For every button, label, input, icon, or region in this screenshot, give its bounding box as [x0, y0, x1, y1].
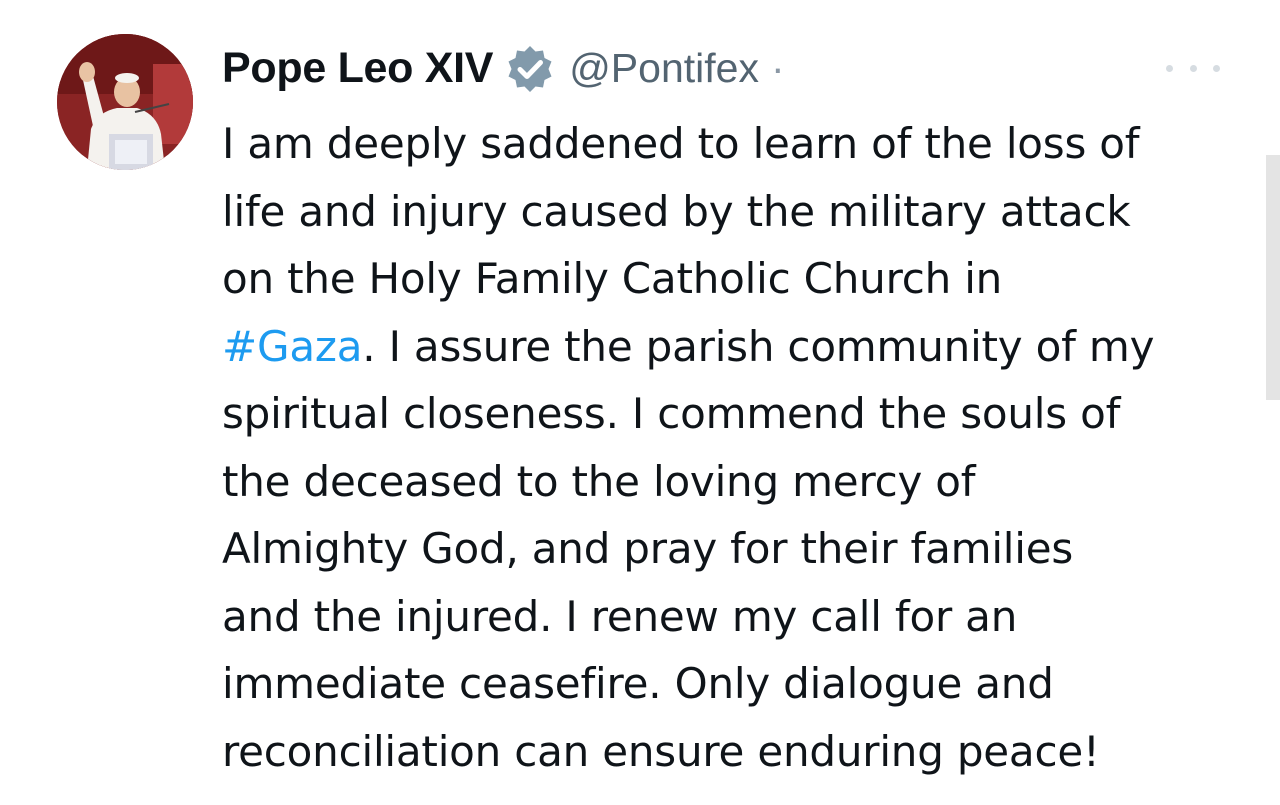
tweet-text-fragment: . I assure the parish community of my	[362, 321, 1155, 371]
tweet-header: Pope Leo XIV @Pontifex ·	[222, 40, 785, 96]
hashtag-link[interactable]: #Gaza	[222, 322, 362, 371]
scrollbar[interactable]	[1266, 155, 1280, 400]
verified-badge-icon[interactable]	[505, 44, 555, 94]
avatar[interactable]	[57, 34, 193, 170]
tweet: Pope Leo XIV @Pontifex · I am deeply sad…	[0, 0, 1280, 805]
tweet-text-line: the deceased to the loving mercy of	[222, 456, 976, 506]
tweet-text-line: reconciliation can ensure enduring peace…	[222, 726, 1100, 776]
tweet-text-line: spiritual closeness. I commend the souls…	[222, 389, 1121, 438]
more-horizontal-icon[interactable]	[1166, 58, 1220, 78]
tweet-text-line: life and injury caused by the military a…	[222, 186, 1131, 236]
tweet-text: I am deeply saddened to learn of the los…	[222, 110, 1232, 785]
profile-photo-icon	[57, 34, 193, 170]
tweet-text-line: I am deeply saddened to learn of the los…	[222, 119, 1140, 168]
tweet-text-line: Almighty God, and pray for their familie…	[222, 524, 1074, 573]
tweet-text-line: #Gaza. I assure the parish community of …	[222, 313, 1232, 381]
tweet-text-line: and the injured. I renew my call for an	[222, 591, 1018, 641]
tweet-text-line: on the Holy Family Catholic Church in	[222, 254, 1003, 303]
tweet-text-line: immediate ceasefire. Only dialogue and	[222, 659, 1054, 708]
author-handle[interactable]: @Pontifex	[569, 45, 759, 92]
display-name[interactable]: Pope Leo XIV	[222, 44, 493, 93]
separator-dot: ·	[770, 44, 785, 91]
